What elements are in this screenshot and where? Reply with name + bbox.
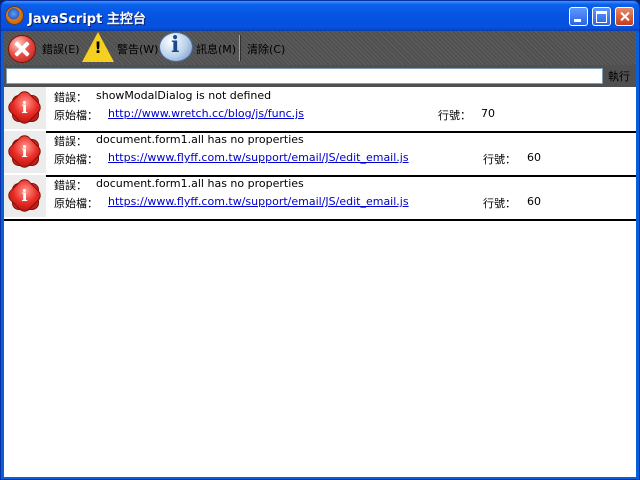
command-input[interactable] — [6, 68, 603, 84]
messages-filter-label: 訊息(M) — [196, 43, 237, 56]
clear-button-label: 清除(C) — [247, 43, 286, 56]
source-label: 原始檔： — [54, 109, 98, 122]
console-list: i 錯誤： showModalDialog is not defined 原始檔… — [4, 87, 636, 477]
source-link[interactable]: http://www.wretch.cc/blog/js/func.js — [108, 107, 304, 120]
info-icon-mark: i — [171, 32, 180, 58]
toolbar-separator — [239, 35, 241, 61]
warnings-filter-button[interactable]: ! 警告(W) — [80, 31, 160, 65]
minimize-button[interactable] — [569, 7, 588, 26]
toolbar: 錯誤(E) ! 警告(W) i 訊息(M) 清除(C) — [4, 31, 636, 65]
line-number: 70 — [481, 107, 495, 120]
maximize-button[interactable] — [592, 7, 611, 26]
entry-icon-cell: i — [4, 87, 46, 129]
console-window: JavaScript 主控台 錯誤(E) ! 警告(W) i 訊息(M) 清除(… — [0, 0, 640, 480]
error-icon-mark: i — [21, 186, 28, 205]
source-link[interactable]: https://www.flyff.com.tw/support/email/J… — [108, 151, 409, 164]
source-link[interactable]: https://www.flyff.com.tw/support/email/J… — [108, 195, 409, 208]
title-bar[interactable]: JavaScript 主控台 — [1, 1, 639, 31]
window-title: JavaScript 主控台 — [28, 12, 146, 27]
clear-button[interactable]: 清除(C) — [242, 31, 292, 65]
source-label: 原始檔： — [54, 153, 98, 166]
messages-filter-button[interactable]: i 訊息(M) — [159, 31, 238, 65]
console-entry[interactable]: i 錯誤： document.form1.all has no properti… — [4, 131, 636, 177]
errors-filter-button[interactable]: 錯誤(E) — [4, 31, 80, 65]
entry-icon-cell: i — [4, 175, 46, 217]
warnings-filter-label: 警告(W) — [117, 43, 159, 56]
errors-filter-label: 錯誤(E) — [42, 43, 80, 56]
warning-icon-mark: ! — [94, 38, 102, 57]
close-button[interactable] — [615, 7, 634, 26]
error-icon-mark: i — [21, 142, 28, 161]
command-bar: 執行 — [4, 65, 636, 87]
source-label: 原始檔： — [54, 197, 98, 210]
error-message: document.form1.all has no properties — [96, 177, 304, 190]
line-label: 行號： — [438, 109, 471, 122]
error-label: 錯誤： — [54, 91, 87, 104]
execute-button[interactable]: 執行 — [608, 68, 636, 84]
error-label: 錯誤： — [54, 135, 87, 148]
line-number: 60 — [527, 151, 541, 164]
line-number: 60 — [527, 195, 541, 208]
error-message: showModalDialog is not defined — [96, 89, 272, 102]
line-label: 行號： — [483, 153, 516, 166]
console-entry[interactable]: i 錯誤： document.form1.all has no properti… — [4, 175, 636, 221]
console-entry[interactable]: i 錯誤： showModalDialog is not defined 原始檔… — [4, 87, 636, 133]
error-icon-mark: i — [21, 98, 28, 117]
line-label: 行號： — [483, 197, 516, 210]
error-icon — [8, 35, 36, 63]
error-label: 錯誤： — [54, 179, 87, 192]
entry-icon-cell: i — [4, 131, 46, 173]
error-message: document.form1.all has no properties — [96, 133, 304, 146]
firefox-icon — [6, 7, 23, 24]
